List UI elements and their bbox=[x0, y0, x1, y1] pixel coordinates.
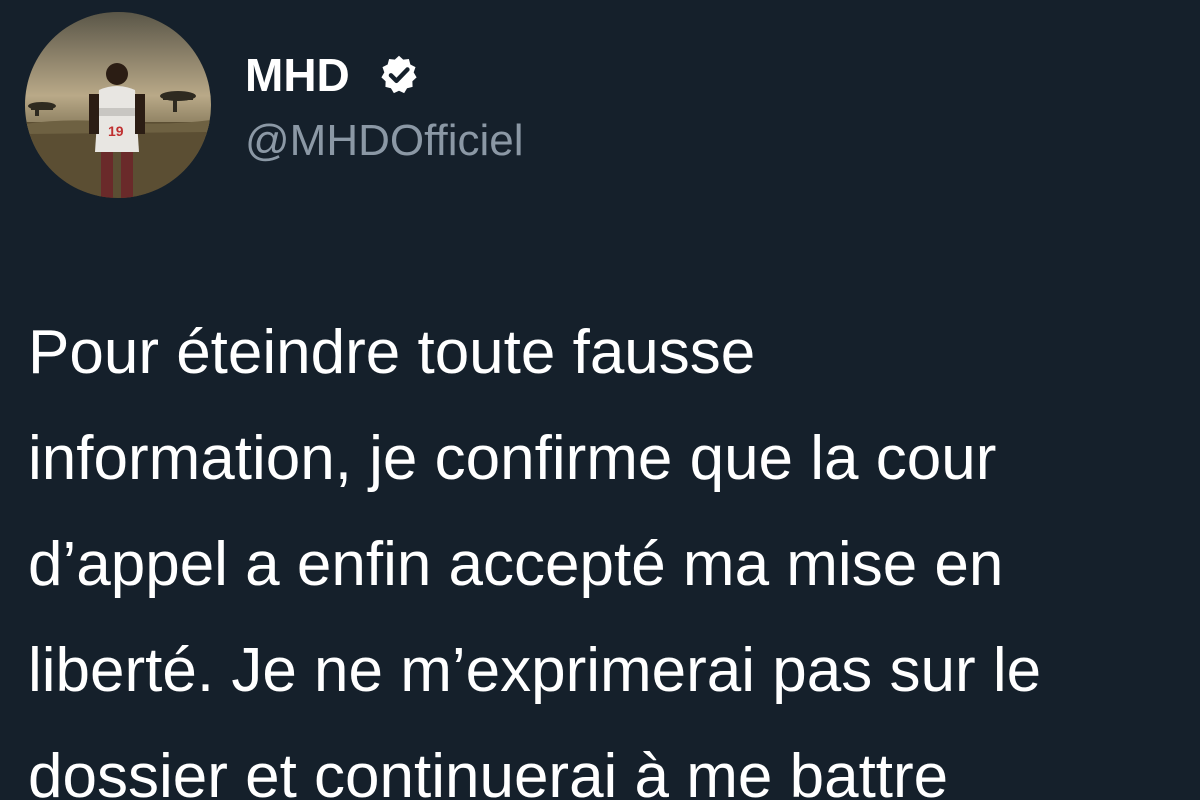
avatar-photo-icon: 19 bbox=[25, 12, 211, 198]
tweet-text-line: Pour éteindre toute fausse bbox=[28, 318, 756, 387]
tweet-card: 19 MHD @MHDOfficiel Pour éteindre toute … bbox=[0, 0, 1200, 800]
tweet-text-line: dossier et continuerai à me battre bbox=[28, 742, 949, 800]
author-handle[interactable]: @MHDOfficiel bbox=[245, 115, 524, 167]
svg-text:19: 19 bbox=[108, 123, 124, 139]
tweet-text-line: d’appel a enfin accepté ma mise en bbox=[28, 530, 1004, 599]
author-name[interactable]: MHD bbox=[245, 47, 350, 103]
verified-badge-icon bbox=[381, 55, 417, 94]
avatar[interactable]: 19 bbox=[25, 12, 211, 198]
tweet-text-line: liberté. Je ne m’exprimerai pas sur le bbox=[28, 636, 1042, 705]
tweet-text-line: information, je confirme que la cour bbox=[28, 424, 997, 493]
tweet-text: Pour éteindre toute fausse information, … bbox=[28, 300, 1200, 800]
